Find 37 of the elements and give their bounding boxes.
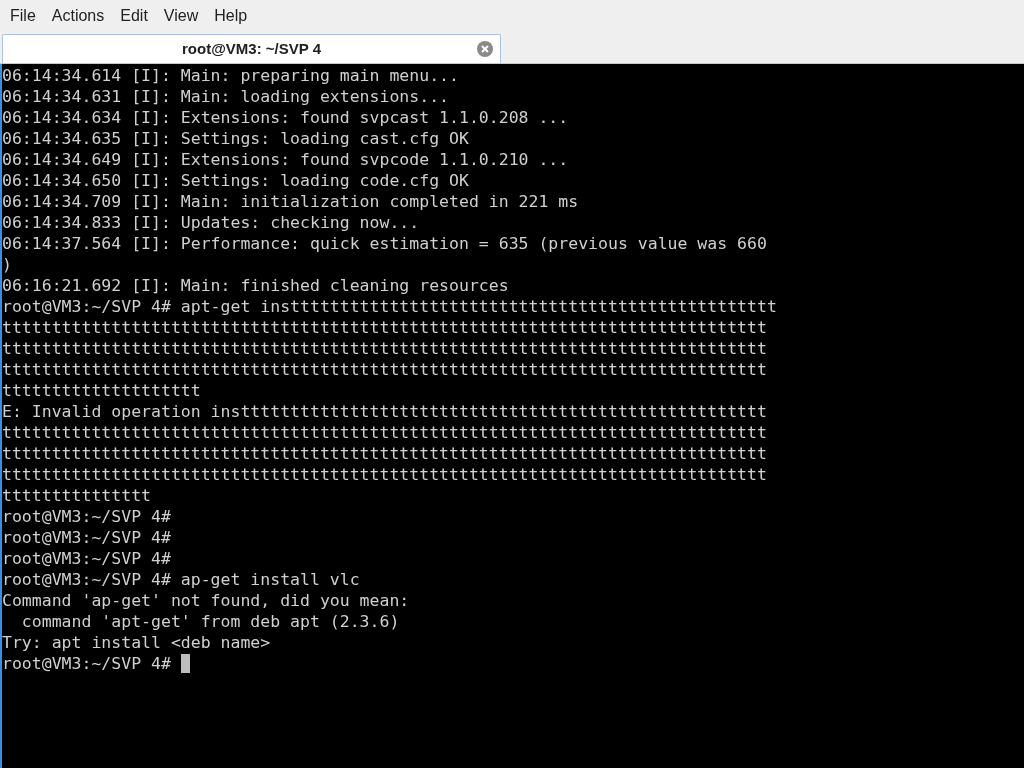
terminal-line: ttttttttttttttttttttttttttttttttttttttttttttttttttttttttttttttttttttttttttttt: [2, 359, 768, 380]
terminal-line: root@VM3:~/SVP 4# ap-get install vlc: [2, 569, 361, 590]
terminal-line: 06:14:34.650 [I]: Settings: loading code.cfg OK: [2, 170, 470, 191]
terminal-line: E: Invalid operation insttttttttttttttttttttttttttttttttttttttttttttttttttttt: [2, 401, 768, 422]
terminal-line: command 'apt-get' from deb apt (2.3.6): [20, 611, 401, 632]
terminal-line: 06:14:34.649 [I]: Extensions: found svpcode 1.1.0.210 ...: [2, 149, 570, 170]
terminal-line: ttttttttttttttttttttttttttttttttttttttttttttttttttttttttttttttttttttttttttttt: [2, 443, 768, 464]
menu-item[interactable]: File: [2, 1, 44, 30]
terminal-line: ttttttttttttttttttttttttttttttttttttttttttttttttttttttttttttttttttttttttttttt: [2, 338, 768, 359]
terminal-line: 06:14:34.635 [I]: Settings: loading cast.cfg OK: [2, 128, 470, 149]
terminal-line: Try: apt install <deb name>: [2, 632, 272, 653]
terminal-line: tttttttttttttttttttt: [2, 380, 202, 401]
terminal-line: 06:14:34.833 [I]: Updates: checking now...: [2, 212, 421, 233]
terminal-tab[interactable]: root@VM3: ~/SVP 4: [2, 34, 501, 63]
menu-item[interactable]: Edit: [112, 1, 156, 30]
menu-item[interactable]: Actions: [43, 1, 113, 30]
terminal-line: ttttttttttttttttttttttttttttttttttttttttttttttttttttttttttttttttttttttttttttt: [2, 422, 768, 443]
menu-item[interactable]: Help: [206, 1, 256, 30]
text-cursor: [180, 654, 190, 673]
terminal-line: ttttttttttttttttttttttttttttttttttttttttttttttttttttttttttttttttttttttttttttt: [2, 464, 768, 485]
terminal-line: ttttttttttttttttttttttttttttttttttttttttttttttttttttttttttttttttttttttttttttt: [2, 317, 768, 338]
terminal-line: root@VM3:~/SVP 4#: [2, 527, 172, 548]
terminal-line: 06:14:34.631 [I]: Main: loading extensions...: [2, 86, 451, 107]
terminal-line: 06:14:34.614 [I]: Main: preparing main menu...: [2, 65, 460, 86]
terminal-line: root@VM3:~/SVP 4#: [2, 506, 172, 527]
terminal-line: root@VM3:~/SVP 4#: [2, 548, 172, 569]
terminal-line: root@VM3:~/SVP 4#: [2, 653, 171, 674]
terminal-line: 06:16:21.692 [I]: Main: finished cleaning resources: [2, 275, 510, 296]
terminal-line: Command 'ap-get' not found, did you mean:: [2, 590, 411, 611]
terminal-line: 06:14:37.564 [I]: Performance: quick estimation = 635 (previous value was 660: [2, 233, 768, 254]
menu-item[interactable]: View: [155, 1, 207, 30]
terminal-line: 06:14:34.634 [I]: Extensions: found svpcast 1.1.0.208 ...: [2, 107, 570, 128]
close-icon[interactable]: [477, 41, 493, 57]
terminal-line: 06:14:34.709 [I]: Main: initialization completed in 221 ms: [2, 191, 580, 212]
terminal-line: ttttttttttttttt: [2, 485, 152, 506]
terminal-line: root@VM3:~/SVP 4# apt-get insttttttttttttttttttttttttttttttttttttttttttttttttt: [2, 296, 778, 317]
terminal-line: ): [2, 254, 13, 275]
